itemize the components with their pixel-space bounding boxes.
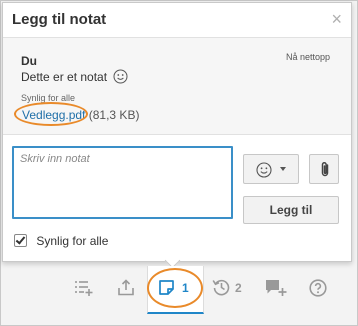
history-count: 2 bbox=[235, 281, 242, 295]
smiley-icon bbox=[113, 69, 128, 87]
note-input[interactable]: Skriv inn notat bbox=[12, 146, 233, 219]
add-task-button[interactable] bbox=[67, 266, 101, 312]
visible-to-all-checkbox[interactable] bbox=[14, 234, 27, 247]
highlight-ring bbox=[147, 268, 203, 308]
visible-to-all-label[interactable]: Synlig for alle bbox=[36, 234, 108, 248]
help-button[interactable] bbox=[301, 266, 335, 312]
attach-file-button[interactable] bbox=[309, 154, 339, 184]
emoji-picker-button[interactable] bbox=[243, 154, 299, 184]
note-text-row: Dette er et notat bbox=[21, 69, 128, 87]
history-button[interactable]: 2 bbox=[209, 266, 249, 312]
dialog-header: Legg til notat × bbox=[3, 3, 351, 38]
note-entry: Du Nå nettopp Dette er et notat Synlig f… bbox=[3, 38, 351, 135]
add-comment-button[interactable] bbox=[259, 266, 293, 312]
note-author: Du bbox=[21, 54, 37, 68]
note-text: Dette er et notat bbox=[21, 70, 108, 84]
share-button[interactable] bbox=[109, 266, 143, 312]
note-input-placeholder: Skriv inn notat bbox=[20, 153, 90, 165]
visibility-checkbox-row: Synlig for alle bbox=[14, 234, 108, 248]
highlight-ring bbox=[14, 102, 88, 126]
chevron-down-icon bbox=[280, 167, 286, 171]
attachment-size: (81,3 KB) bbox=[88, 108, 140, 122]
add-note-dialog: Legg til notat × Du Nå nettopp Dette er … bbox=[2, 2, 352, 262]
add-note-button[interactable]: Legg til bbox=[243, 196, 339, 224]
dialog-title: Legg til notat bbox=[12, 11, 107, 28]
note-timestamp: Nå nettopp bbox=[285, 52, 330, 62]
close-icon[interactable]: × bbox=[331, 10, 342, 28]
